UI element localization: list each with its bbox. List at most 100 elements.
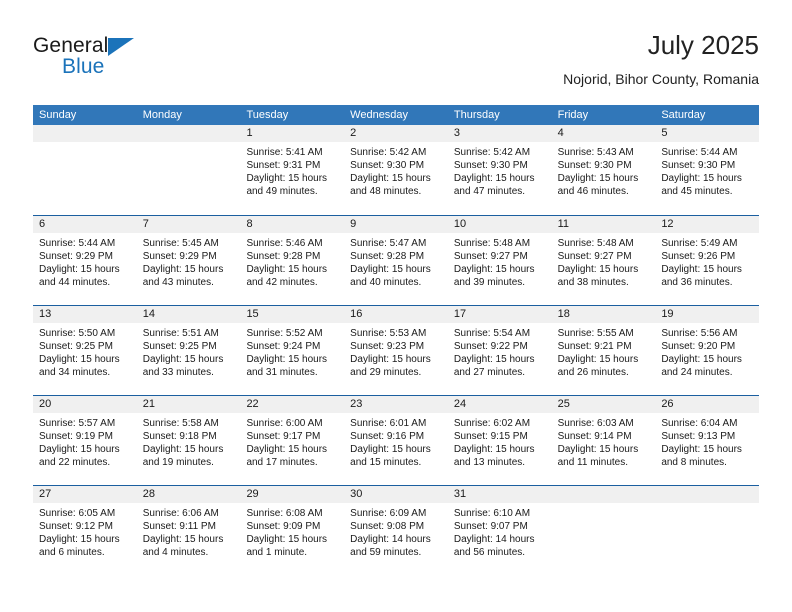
sunrise-sunset-calendar: Sunday Monday Tuesday Wednesday Thursday Frid… xyxy=(33,105,760,575)
sunset-time: Sunset: 9:09 PM xyxy=(246,521,321,532)
calendar-week-row: 27 Sunrise: 6:05 AM Sunset: 9:12 PM Dayligh… xyxy=(33,485,760,575)
day-cell-14[interactable]: 14 Sunrise: 5:51 AM Sunset: 9:25 PM Dayligh… xyxy=(136,306,241,395)
day-number: 23 xyxy=(350,398,363,410)
sunrise-time: Sunrise: 6:00 AM xyxy=(246,418,323,429)
sunset-time: Sunset: 9:15 PM xyxy=(453,431,528,442)
daylight-duration-line1: Daylight: 15 hours xyxy=(246,534,328,545)
day-number-band: 23 xyxy=(344,396,448,413)
day-cell-28[interactable]: 28 Sunrise: 6:06 AM Sunset: 9:11 PM Dayligh… xyxy=(136,486,241,575)
day-cell-empty xyxy=(33,125,137,215)
day-cell-4[interactable]: 4 Sunrise: 5:43 AM Sunset: 9:30 PM Daylight… xyxy=(551,125,656,215)
day-cell-6[interactable]: 6 Sunrise: 5:44 AM Sunset: 9:29 PM Daylight… xyxy=(33,216,137,305)
sunset-time: Sunset: 9:22 PM xyxy=(453,341,528,352)
day-details: Sunrise: 5:52 AM Sunset: 9:24 PM Daylight:… xyxy=(240,323,344,379)
sunrise-time: Sunrise: 6:05 AM xyxy=(39,508,116,519)
sunrise-time: Sunrise: 5:53 AM xyxy=(350,328,427,339)
day-cell-11[interactable]: 11 Sunrise: 5:48 AM Sunset: 9:27 PM Dayligh… xyxy=(551,216,656,305)
day-number-band xyxy=(655,486,760,503)
page-title: July 2025 xyxy=(647,30,759,60)
day-cell-17[interactable]: 17 Sunrise: 5:54 AM Sunset: 9:22 PM Dayligh… xyxy=(447,306,552,395)
day-cell-24[interactable]: 24 Sunrise: 6:02 AM Sunset: 9:15 PM Dayligh… xyxy=(447,396,552,485)
day-cell-22[interactable]: 22 Sunrise: 6:00 AM Sunset: 9:17 PM Dayligh… xyxy=(240,396,345,485)
day-cell-18[interactable]: 18 Sunrise: 5:55 AM Sunset: 9:21 PM Dayligh… xyxy=(551,306,656,395)
day-cell-26[interactable]: 26 Sunrise: 6:04 AM Sunset: 9:13 PM Dayligh… xyxy=(655,396,760,485)
sunset-time: Sunset: 9:18 PM xyxy=(142,431,217,442)
day-details: Sunrise: 6:03 AM Sunset: 9:14 PM Daylight:… xyxy=(552,413,656,469)
day-number: 22 xyxy=(246,398,259,410)
daylight-duration-line1: Daylight: 15 hours xyxy=(557,173,639,184)
day-cell-9[interactable]: 9 Sunrise: 5:47 AM Sunset: 9:28 PM Daylight… xyxy=(344,216,448,305)
weekday-header-wednesday: Wednesday xyxy=(350,109,409,121)
general-blue-logo: General Blue xyxy=(33,34,153,82)
sunset-time: Sunset: 9:30 PM xyxy=(661,160,736,171)
day-cell-5[interactable]: 5 Sunrise: 5:44 AM Sunset: 9:30 PM Daylight… xyxy=(655,125,760,215)
day-number-band: 15 xyxy=(240,306,345,323)
day-number: 9 xyxy=(350,218,357,230)
day-number: 29 xyxy=(246,488,259,500)
day-cell-19[interactable]: 19 Sunrise: 5:56 AM Sunset: 9:20 PM Dayligh… xyxy=(655,306,760,395)
day-details: Sunrise: 6:02 AM Sunset: 9:15 PM Daylight:… xyxy=(448,413,552,469)
daylight-duration-line1: Daylight: 15 hours xyxy=(39,444,120,455)
day-cell-3[interactable]: 3 Sunrise: 5:42 AM Sunset: 9:30 PM Daylight… xyxy=(447,125,552,215)
day-number-band: 27 xyxy=(33,486,137,503)
day-cell-empty xyxy=(551,486,656,575)
day-number: 28 xyxy=(142,488,155,500)
daylight-duration-line1: Daylight: 15 hours xyxy=(350,444,431,455)
day-details: Sunrise: 6:01 AM Sunset: 9:16 PM Daylight:… xyxy=(344,413,448,469)
day-cell-27[interactable]: 27 Sunrise: 6:05 AM Sunset: 9:12 PM Dayligh… xyxy=(33,486,137,575)
daylight-duration-line2: and 34 minutes. xyxy=(39,367,111,378)
daylight-duration-line1: Daylight: 15 hours xyxy=(453,264,535,275)
daylight-duration-line1: Daylight: 15 hours xyxy=(453,354,535,365)
day-number-band: 14 xyxy=(136,306,241,323)
day-number-band: 6 xyxy=(33,216,137,233)
day-cell-8[interactable]: 8 Sunrise: 5:46 AM Sunset: 9:28 PM Daylight… xyxy=(240,216,345,305)
sunrise-time: Sunrise: 6:03 AM xyxy=(557,418,634,429)
day-cell-20[interactable]: 20 Sunrise: 5:57 AM Sunset: 9:19 PM Dayligh… xyxy=(33,396,137,485)
day-details: Sunrise: 5:51 AM Sunset: 9:25 PM Daylight:… xyxy=(137,323,241,379)
sunset-time: Sunset: 9:16 PM xyxy=(350,431,425,442)
daylight-duration-line1: Daylight: 15 hours xyxy=(661,173,742,184)
day-details: Sunrise: 5:49 AM Sunset: 9:26 PM Daylight:… xyxy=(655,233,759,289)
day-number-band: 2 xyxy=(344,125,448,142)
day-number: 24 xyxy=(453,398,467,410)
sunset-time: Sunset: 9:28 PM xyxy=(350,251,425,262)
day-cell-31[interactable]: 31 Sunrise: 6:10 AM Sunset: 9:07 PM Dayligh… xyxy=(447,486,552,575)
day-number-band: 16 xyxy=(344,306,448,323)
day-cell-12[interactable]: 12 Sunrise: 5:49 AM Sunset: 9:26 PM Dayligh… xyxy=(655,216,760,305)
sunrise-time: Sunrise: 5:42 AM xyxy=(453,147,531,158)
day-cell-1[interactable]: 1 Sunrise: 5:41 AM Sunset: 9:31 PM Daylight… xyxy=(240,125,345,215)
day-cell-21[interactable]: 21 Sunrise: 5:58 AM Sunset: 9:18 PM Dayligh… xyxy=(136,396,241,485)
day-cell-2[interactable]: 2 Sunrise: 5:42 AM Sunset: 9:30 PM Daylight… xyxy=(344,125,448,215)
day-cell-23[interactable]: 23 Sunrise: 6:01 AM Sunset: 9:16 PM Dayligh… xyxy=(344,396,448,485)
daylight-duration-line1: Daylight: 15 hours xyxy=(142,444,224,455)
day-number-band xyxy=(33,125,137,142)
day-cell-16[interactable]: 16 Sunrise: 5:53 AM Sunset: 9:23 PM Dayligh… xyxy=(344,306,448,395)
day-number-band: 1 xyxy=(240,125,345,142)
day-cell-15[interactable]: 15 Sunrise: 5:52 AM Sunset: 9:24 PM Dayligh… xyxy=(240,306,345,395)
sunrise-time: Sunrise: 5:50 AM xyxy=(39,328,116,339)
day-number: 18 xyxy=(557,308,570,320)
day-number-band: 8 xyxy=(240,216,345,233)
day-cell-29[interactable]: 29 Sunrise: 6:08 AM Sunset: 9:09 PM Dayligh… xyxy=(240,486,345,575)
daylight-duration-line2: and 4 minutes. xyxy=(142,547,209,558)
day-number-band: 19 xyxy=(655,306,760,323)
sunset-time: Sunset: 9:30 PM xyxy=(350,160,425,171)
sunrise-time: Sunrise: 5:47 AM xyxy=(350,238,427,249)
day-details: Sunrise: 6:09 AM Sunset: 9:08 PM Daylight:… xyxy=(344,503,448,559)
day-number-band: 22 xyxy=(240,396,345,413)
day-cell-10[interactable]: 10 Sunrise: 5:48 AM Sunset: 9:27 PM Dayligh… xyxy=(447,216,552,305)
daylight-duration-line2: and 33 minutes. xyxy=(142,367,214,378)
title-block: July 2025 Nojorid, Bihor County, Romania xyxy=(563,28,759,89)
sunrise-time: Sunrise: 5:58 AM xyxy=(142,418,219,429)
day-cell-7[interactable]: 7 Sunrise: 5:45 AM Sunset: 9:29 PM Daylight… xyxy=(136,216,241,305)
sunset-time: Sunset: 9:26 PM xyxy=(661,251,736,262)
daylight-duration-line1: Daylight: 15 hours xyxy=(39,534,120,545)
day-cell-13[interactable]: 13 Sunrise: 5:50 AM Sunset: 9:25 PM Dayligh… xyxy=(33,306,137,395)
day-cell-30[interactable]: 30 Sunrise: 6:09 AM Sunset: 9:08 PM Dayligh… xyxy=(344,486,448,575)
daylight-duration-line1: Daylight: 15 hours xyxy=(557,264,639,275)
sunrise-time: Sunrise: 5:44 AM xyxy=(39,238,116,249)
sunrise-time: Sunrise: 5:52 AM xyxy=(246,328,323,339)
day-cell-25[interactable]: 25 Sunrise: 6:03 AM Sunset: 9:14 PM Dayligh… xyxy=(551,396,656,485)
daylight-duration-line1: Daylight: 15 hours xyxy=(350,354,431,365)
day-number: 17 xyxy=(453,308,467,320)
